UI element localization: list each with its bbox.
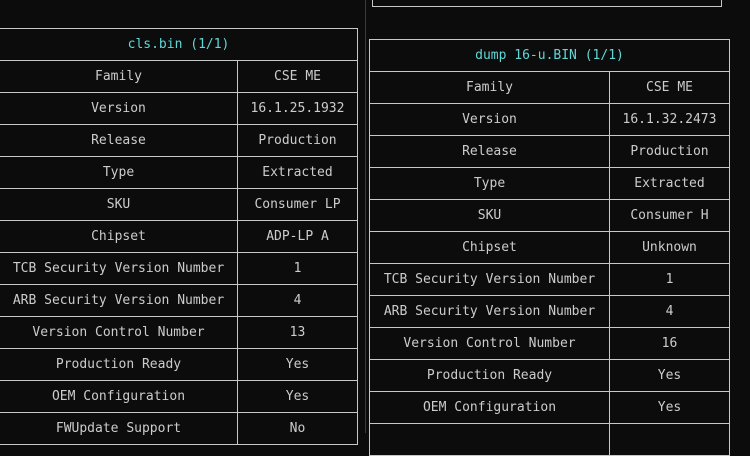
left-firmware-table-panel: cls.bin (1/1) Family CSE ME Version 16.1.25… (0, 28, 358, 445)
row-value: 13 (237, 316, 358, 349)
table-row: SKU Consumer LP (0, 188, 358, 221)
table-row: Family CSE ME (369, 71, 730, 104)
row-value: CSE ME (609, 71, 730, 104)
table-row: Production Ready Yes (0, 348, 358, 381)
table-row: ARB Security Version Number 4 (0, 284, 358, 317)
table-row: Version Control Number 13 (0, 316, 358, 349)
table-row: OEM Configuration Yes (0, 380, 358, 413)
row-value: No (237, 412, 358, 445)
row-label: Chipset (369, 231, 610, 264)
row-value: Extracted (237, 156, 358, 189)
window-divider (365, 0, 366, 433)
row-label: OEM Configuration (369, 391, 610, 424)
row-label: Version (0, 92, 238, 125)
row-label: Version (369, 103, 610, 136)
table-row: SKU Consumer H (369, 199, 730, 232)
row-label: Family (0, 60, 238, 93)
row-value: Production (609, 135, 730, 168)
previous-table-frame (372, 0, 722, 7)
table-row: Type Extracted (0, 156, 358, 189)
table-row: Type Extracted (369, 167, 730, 200)
row-label (369, 423, 610, 456)
right-firmware-table-panel: dump 16-u.BIN (1/1) Family CSE ME Version 1… (369, 39, 730, 456)
row-value: 1 (609, 263, 730, 296)
row-label: Type (0, 156, 238, 189)
row-label: ARB Security Version Number (0, 284, 238, 317)
row-label: TCB Security Version Number (369, 263, 610, 296)
table-row: TCB Security Version Number 1 (0, 252, 358, 285)
table-row: FWUpdate Support No (0, 412, 358, 445)
table-row: Version 16.1.32.2473 (369, 103, 730, 136)
row-label: Production Ready (0, 348, 238, 381)
left-firmware-table: cls.bin (1/1) Family CSE ME Version 16.1.25… (0, 28, 358, 445)
table-header-row: dump 16-u.BIN (1/1) (369, 39, 730, 72)
row-value: 4 (237, 284, 358, 317)
table-row: Version Control Number 16 (369, 327, 730, 360)
row-label: TCB Security Version Number (0, 252, 238, 285)
row-label: Version Control Number (0, 316, 238, 349)
table-row (369, 423, 730, 456)
row-label: SKU (369, 199, 610, 232)
table-row: OEM Configuration Yes (369, 391, 730, 424)
row-value: ADP-LP A (237, 220, 358, 253)
row-value: Yes (237, 380, 358, 413)
row-value: 16 (609, 327, 730, 360)
row-label: Release (0, 124, 238, 157)
row-value: 16.1.25.1932 (237, 92, 358, 125)
row-value: Extracted (609, 167, 730, 200)
row-value (609, 423, 730, 456)
row-label: Family (369, 71, 610, 104)
table-row: Chipset Unknown (369, 231, 730, 264)
table-row: Release Production (0, 124, 358, 157)
table-row: Chipset ADP-LP A (0, 220, 358, 253)
table-body: Family CSE ME Version 16.1.25.1932 Release Pr… (0, 60, 358, 445)
table-header-row: cls.bin (1/1) (0, 28, 358, 61)
row-label: OEM Configuration (0, 380, 238, 413)
right-firmware-table: dump 16-u.BIN (1/1) Family CSE ME Version 1… (369, 39, 730, 456)
row-label: Chipset (0, 220, 238, 253)
row-value: 4 (609, 295, 730, 328)
row-label: Production Ready (369, 359, 610, 392)
table-row: TCB Security Version Number 1 (369, 263, 730, 296)
row-label: Version Control Number (369, 327, 610, 360)
row-label: SKU (0, 188, 238, 221)
row-label: ARB Security Version Number (369, 295, 610, 328)
table-row: ARB Security Version Number 4 (369, 295, 730, 328)
row-label: Type (369, 167, 610, 200)
row-value: CSE ME (237, 60, 358, 93)
row-value: Yes (609, 359, 730, 392)
row-value: 1 (237, 252, 358, 285)
row-value: 16.1.32.2473 (609, 103, 730, 136)
row-value: Yes (609, 391, 730, 424)
row-value: Consumer H (609, 199, 730, 232)
row-label: FWUpdate Support (0, 412, 238, 445)
table-row: Production Ready Yes (369, 359, 730, 392)
row-label: Release (369, 135, 610, 168)
row-value: Consumer LP (237, 188, 358, 221)
row-value: Unknown (609, 231, 730, 264)
row-value: Yes (237, 348, 358, 381)
table-row: Version 16.1.25.1932 (0, 92, 358, 125)
table-body: Family CSE ME Version 16.1.32.2473 Release Pr… (369, 71, 730, 456)
row-value: Production (237, 124, 358, 157)
table-row: Family CSE ME (0, 60, 358, 93)
table-title: dump 16-u.BIN (1/1) (369, 39, 730, 72)
table-title: cls.bin (1/1) (0, 28, 358, 61)
table-row: Release Production (369, 135, 730, 168)
